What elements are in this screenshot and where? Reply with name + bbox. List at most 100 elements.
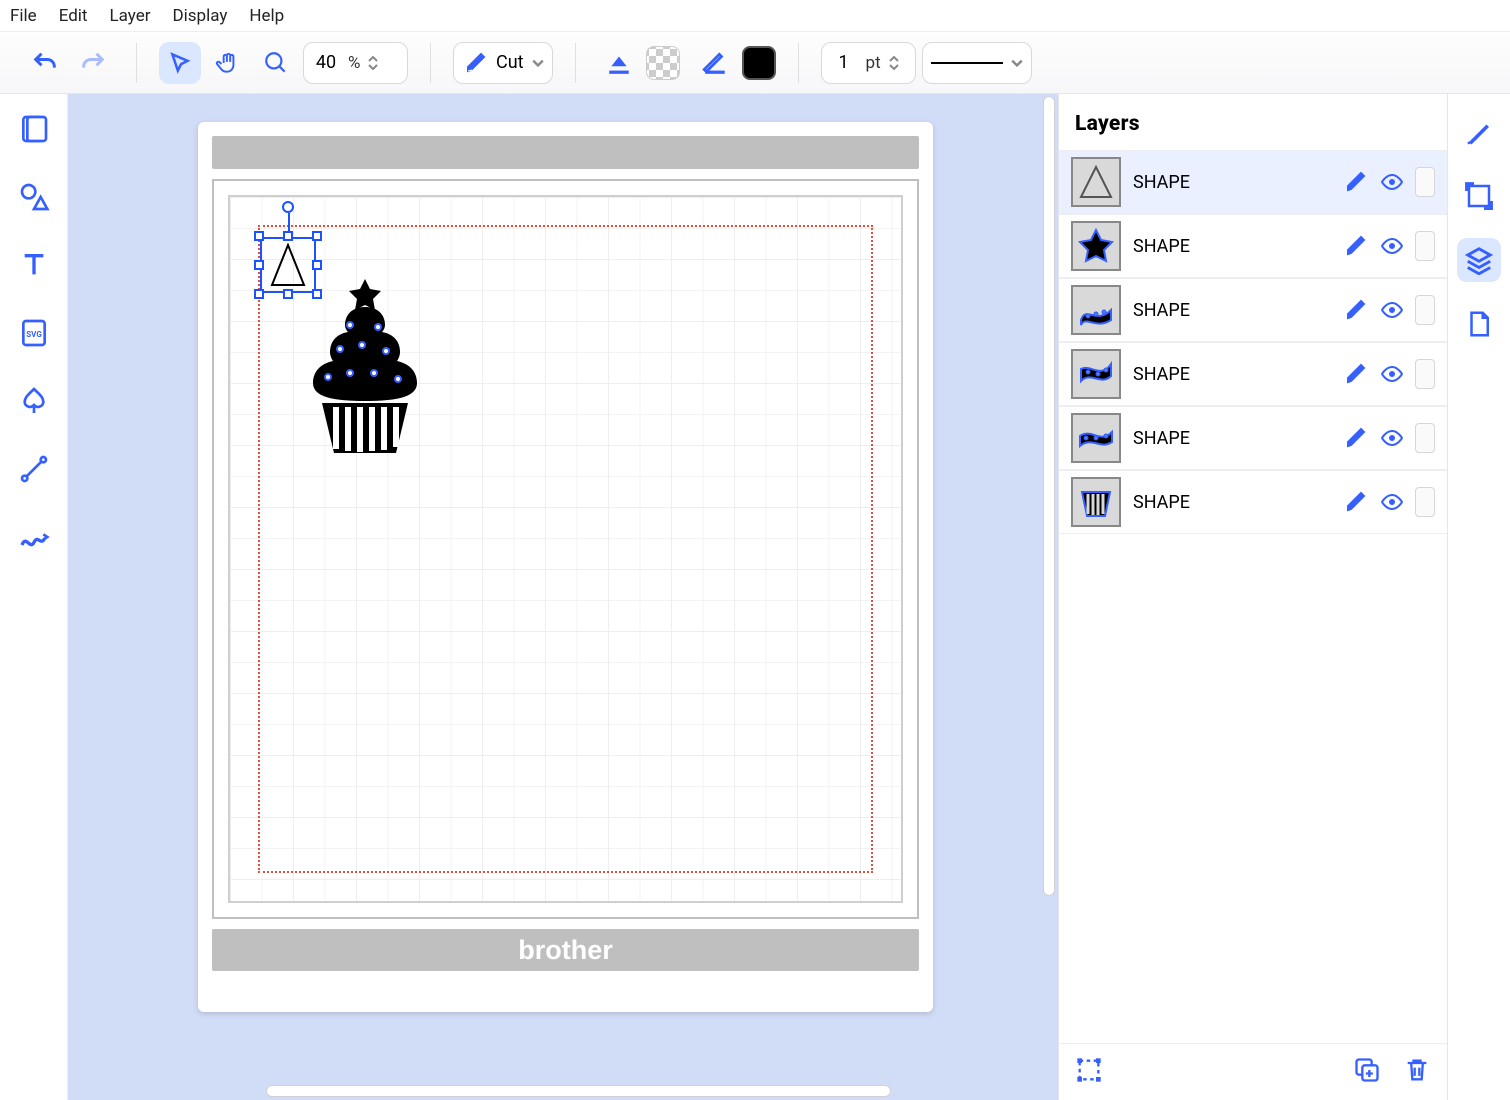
vertical-scrollbar[interactable]: [1042, 94, 1056, 1084]
resize-handle[interactable]: [254, 260, 264, 270]
stroke-down[interactable]: [887, 63, 901, 71]
select-bounds-button[interactable]: [1075, 1056, 1103, 1088]
layers-panel-footer: [1059, 1043, 1447, 1100]
pen-icon: [464, 51, 488, 75]
layer-row[interactable]: SHAPE: [1059, 150, 1447, 214]
layer-edit-icon[interactable]: [1343, 169, 1369, 195]
menu-layer[interactable]: Layer: [109, 6, 150, 26]
layer-name: SHAPE: [1133, 492, 1331, 513]
menu-edit[interactable]: Edit: [59, 6, 88, 26]
menu-file[interactable]: File: [10, 6, 37, 26]
document-tab[interactable]: [1457, 302, 1501, 346]
spade-tool[interactable]: [13, 380, 55, 422]
line-tool[interactable]: [13, 448, 55, 490]
layer-row[interactable]: SHAPE: [1059, 214, 1447, 278]
delete-layer-button[interactable]: [1403, 1056, 1431, 1088]
layer-edit-icon[interactable]: [1343, 489, 1369, 515]
menu-bar: File Edit Layer Display Help: [0, 0, 1510, 32]
layers-panel-title: Layers: [1059, 94, 1447, 150]
layer-lock-toggle[interactable]: [1415, 487, 1435, 517]
operation-dropdown[interactable]: Cut: [453, 42, 553, 84]
shapes-tool[interactable]: [13, 176, 55, 218]
layer-visibility-icon[interactable]: [1379, 169, 1405, 195]
import-svg-tool[interactable]: SVG: [13, 312, 55, 354]
layer-visibility-icon[interactable]: [1379, 425, 1405, 451]
layer-edit-icon[interactable]: [1343, 297, 1369, 323]
horizontal-scrollbar[interactable]: [136, 1084, 1042, 1098]
resize-handle[interactable]: [312, 231, 322, 241]
stroke-color-button[interactable]: [694, 42, 736, 84]
text-tool[interactable]: [13, 244, 55, 286]
mat-footer: brother: [212, 929, 919, 971]
layer-edit-icon[interactable]: [1343, 233, 1369, 259]
separator: [798, 43, 799, 83]
fill-color-button[interactable]: [598, 42, 640, 84]
zoom-unit: %: [348, 53, 360, 73]
transform-tab[interactable]: [1457, 174, 1501, 218]
resize-handle[interactable]: [254, 231, 264, 241]
layer-lock-toggle[interactable]: [1415, 295, 1435, 325]
layers-tab[interactable]: [1457, 238, 1501, 282]
layer-visibility-icon[interactable]: [1379, 361, 1405, 387]
undo-button[interactable]: [24, 42, 66, 84]
duplicate-layer-button[interactable]: [1353, 1056, 1381, 1088]
menu-help[interactable]: Help: [249, 6, 284, 26]
fill-transparent-swatch[interactable]: [646, 46, 680, 80]
resize-handle[interactable]: [254, 289, 264, 299]
resize-handle[interactable]: [312, 260, 322, 270]
zoom-value[interactable]: [304, 52, 348, 73]
pan-tool-button[interactable]: [207, 42, 249, 84]
select-tool-button[interactable]: [159, 42, 201, 84]
right-tabs: [1448, 94, 1510, 1100]
layer-name: SHAPE: [1133, 364, 1331, 385]
menu-display[interactable]: Display: [172, 6, 227, 26]
stroke-width-value[interactable]: [822, 52, 866, 73]
artboard-tool[interactable]: [13, 108, 55, 150]
layer-row[interactable]: SHAPE: [1059, 406, 1447, 470]
mat-grid[interactable]: [228, 195, 903, 903]
stroke-width-unit: pt: [866, 53, 881, 73]
layer-edit-icon[interactable]: [1343, 425, 1369, 451]
layer-thumbnail: [1071, 157, 1121, 207]
separator: [136, 43, 137, 83]
layer-row[interactable]: SHAPE: [1059, 342, 1447, 406]
layer-row[interactable]: SHAPE: [1059, 278, 1447, 342]
layer-lock-toggle[interactable]: [1415, 359, 1435, 389]
zoom-down[interactable]: [366, 63, 380, 71]
solid-line-icon: [931, 62, 1003, 64]
layer-thumbnail: [1071, 413, 1121, 463]
zoom-up[interactable]: [366, 55, 380, 63]
resize-handle[interactable]: [283, 289, 293, 299]
layer-lock-toggle[interactable]: [1415, 423, 1435, 453]
cupcake-shape[interactable]: [300, 277, 430, 457]
layer-edit-icon[interactable]: [1343, 361, 1369, 387]
scrollbar-thumb[interactable]: [1043, 96, 1055, 896]
rotate-handle[interactable]: [282, 201, 294, 213]
stroke-color-swatch[interactable]: [742, 46, 776, 80]
layer-row[interactable]: SHAPE: [1059, 470, 1447, 534]
brand-label: brother: [518, 935, 613, 966]
freehand-tool[interactable]: [13, 516, 55, 558]
layer-thumbnail: [1071, 477, 1121, 527]
styles-tab[interactable]: [1457, 110, 1501, 154]
separator: [430, 43, 431, 83]
stroke-style-dropdown[interactable]: [922, 42, 1032, 84]
stroke-up[interactable]: [887, 55, 901, 63]
layer-visibility-icon[interactable]: [1379, 489, 1405, 515]
scrollbar-thumb[interactable]: [266, 1085, 891, 1097]
redo-button[interactable]: [72, 42, 114, 84]
canvas-area[interactable]: brother: [68, 94, 1058, 1100]
layer-visibility-icon[interactable]: [1379, 233, 1405, 259]
zoom-tool-button[interactable]: [255, 42, 297, 84]
layer-lock-toggle[interactable]: [1415, 231, 1435, 261]
operation-label: Cut: [496, 52, 524, 73]
layer-visibility-icon[interactable]: [1379, 297, 1405, 323]
mat-header: [212, 136, 919, 169]
resize-handle[interactable]: [283, 231, 293, 241]
layer-thumbnail: [1071, 221, 1121, 271]
layers-panel: Layers SHAPESHAPESHAPESHAPESHAPESHAPE: [1058, 94, 1448, 1100]
stroke-width-input[interactable]: pt: [821, 42, 916, 84]
toolbar: % Cut pt: [0, 32, 1510, 94]
layer-lock-toggle[interactable]: [1415, 167, 1435, 197]
zoom-level-input[interactable]: %: [303, 42, 408, 84]
